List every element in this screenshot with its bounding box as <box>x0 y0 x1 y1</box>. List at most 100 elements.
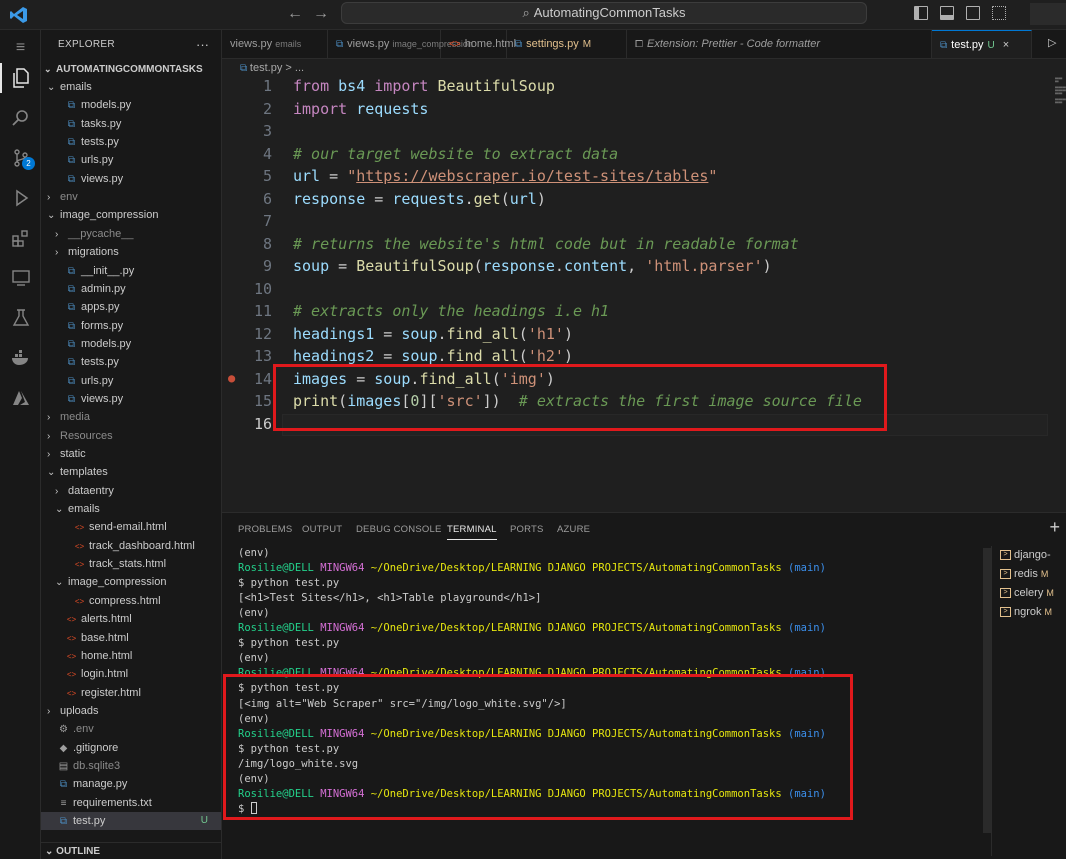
tree-item[interactable]: <> home.html <box>41 647 221 665</box>
tree-item[interactable]: ⧉ models.py <box>41 96 221 114</box>
panel-tab-debug-console[interactable]: DEBUG CONSOLE <box>356 524 441 535</box>
tree-item[interactable]: › env <box>41 188 221 206</box>
tab-views-py[interactable]: views.py emails <box>222 30 328 58</box>
source-control-icon[interactable]: 2 <box>0 143 41 173</box>
menu-icon[interactable]: ≡ <box>0 33 41 63</box>
tree-item[interactable]: <> track_dashboard.html <box>41 537 221 555</box>
tree-item[interactable]: › media <box>41 408 221 426</box>
tree-item[interactable]: <> register.html <box>41 684 221 702</box>
chevron-down-icon: ⌄ <box>55 577 64 589</box>
tree-item[interactable]: › uploads <box>41 702 221 720</box>
panel-tab-output[interactable]: OUTPUT <box>302 524 342 535</box>
tree-item[interactable]: ⚙ .env <box>41 720 221 738</box>
tree-item[interactable]: › static <box>41 445 221 463</box>
tree-item[interactable]: › dataentry <box>41 482 221 500</box>
tab-settings-py[interactable]: ⧉ settings.py M <box>507 30 627 58</box>
tree-item[interactable]: ⧉ manage.py <box>41 775 221 793</box>
tree-item[interactable]: ⧉ forms.py <box>41 317 221 335</box>
terminal-instance[interactable]: > celery M <box>1000 587 1054 599</box>
toggle-panel-icon[interactable] <box>940 6 954 20</box>
customize-layout-icon[interactable] <box>992 6 1006 20</box>
terminal-line: $ python test.py <box>238 576 339 591</box>
terminal-instance[interactable]: > redis M <box>1000 568 1048 580</box>
tab-extension-prettier-code-formatter[interactable]: ⧠ Extension: Prettier - Code formatter <box>627 30 932 58</box>
tree-item[interactable]: › __pycache__ <box>41 225 221 243</box>
tree-item[interactable]: ▤ db.sqlite3 <box>41 757 221 775</box>
terminal-scrollbar[interactable] <box>983 548 991 833</box>
run-debug-icon[interactable] <box>0 183 41 213</box>
tab-home-html[interactable]: <> home.html <box>441 30 516 58</box>
workspace-root[interactable]: ⌄ AUTOMATINGCOMMONTASKS <box>41 60 221 78</box>
tree-item[interactable]: ⧉ views.py <box>41 390 221 408</box>
extensions-icon[interactable] <box>0 223 41 253</box>
tree-item[interactable]: <> base.html <box>41 629 221 647</box>
tree-item[interactable]: ⧉ tests.py <box>41 133 221 151</box>
panel-tab-problems[interactable]: PROBLEMS <box>238 524 292 535</box>
tree-item-label: image_compression <box>60 209 159 222</box>
command-center-search[interactable]: ⌕ AutomatingCommonTasks <box>341 2 867 24</box>
tree-item[interactable]: › Resources <box>41 427 221 445</box>
toggle-primary-sidebar-icon[interactable] <box>914 6 928 20</box>
line-number: 16 <box>253 414 272 433</box>
panel-tab-azure[interactable]: AZURE <box>557 524 590 535</box>
tree-item[interactable]: ⧉ test.py U <box>41 812 221 830</box>
tree-item[interactable]: <> track_stats.html <box>41 555 221 573</box>
arrow-left-icon[interactable]: ← <box>287 5 303 23</box>
tree-item[interactable]: ⌄ templates <box>41 463 221 481</box>
tree-item[interactable]: ⌄ image_compression <box>41 573 221 591</box>
tree-item-label: tasks.py <box>81 117 122 130</box>
tree-item[interactable]: ≡ requirements.txt <box>41 794 221 812</box>
new-terminal-plus-icon[interactable]: + <box>1049 517 1060 538</box>
code-token: response <box>293 189 366 208</box>
tree-item[interactable]: <> send-email.html <box>41 518 221 536</box>
breadcrumb[interactable]: ⧉ test.py > ... <box>222 59 1066 77</box>
tree-item[interactable]: ◆ .gitignore <box>41 739 221 757</box>
remote-explorer-icon[interactable] <box>0 263 41 293</box>
python-file-icon: ⧉ <box>67 283 76 295</box>
docker-icon[interactable] <box>0 343 41 373</box>
tree-item[interactable]: ⧉ apps.py <box>41 298 221 316</box>
tree-item[interactable]: ⌄ image_compression <box>41 206 221 224</box>
tree-item[interactable]: ⧉ admin.py <box>41 280 221 298</box>
tree-item[interactable]: ⧉ __init__.py <box>41 262 221 280</box>
code-token: , <box>627 257 646 275</box>
more-actions-icon[interactable]: ··· <box>196 30 209 60</box>
code-line: # our target website to extract data <box>293 145 618 163</box>
tree-item[interactable]: ⌄ emails <box>41 500 221 518</box>
tree-item[interactable]: ⧉ urls.py <box>41 151 221 169</box>
tree-item[interactable]: ⧉ tests.py <box>41 353 221 371</box>
code-token: get <box>473 189 501 208</box>
tree-item[interactable]: › migrations <box>41 243 221 261</box>
terminal-instance[interactable]: > ngrok M <box>1000 606 1052 618</box>
tree-item[interactable]: <> compress.html <box>41 592 221 610</box>
chevron-down-icon: ⌄ <box>47 82 56 93</box>
tab-test-py[interactable]: ⧉ test.py U × <box>932 30 1032 58</box>
search-icon[interactable] <box>0 103 41 133</box>
tree-item[interactable]: <> login.html <box>41 665 221 683</box>
python-file-icon: ⧉ <box>67 137 76 149</box>
explorer-icon[interactable] <box>0 63 41 93</box>
panel-tab-terminal[interactable]: TERMINAL <box>447 524 497 540</box>
code-editor[interactable]: ▬▬ ▬ ▬▬▬ ▬▬▬ ▬▬ ▬▬▬ ▬▬ 1 from bs4 import Beauti… <box>222 76 1066 512</box>
testing-flask-icon[interactable] <box>0 303 41 333</box>
tree-item[interactable]: <> alerts.html <box>41 610 221 628</box>
tab-views-py[interactable]: ⧉ views.py image_compression <box>328 30 473 58</box>
terminal-instance[interactable]: > django- <box>1000 549 1051 561</box>
close-icon[interactable]: × <box>1003 39 1009 51</box>
prompt-path: ~/OneDrive/Desktop/LEARNING DJANGO PROJE… <box>370 622 782 635</box>
tree-item[interactable]: ⧉ urls.py <box>41 372 221 390</box>
tree-item[interactable]: ⧉ models.py <box>41 335 221 353</box>
minimap[interactable]: ▬▬ ▬ ▬▬▬ ▬▬▬ ▬▬ ▬▬▬ ▬▬ <box>1055 76 1066 107</box>
toggle-secondary-sidebar-icon[interactable] <box>966 6 980 20</box>
arrow-right-icon[interactable]: → <box>313 5 329 23</box>
breakpoint-icon[interactable]: ● <box>228 371 235 385</box>
window-control[interactable] <box>1030 3 1066 25</box>
tree-item[interactable]: ⌄ emails <box>41 78 221 96</box>
outline-section[interactable]: ⌄ OUTLINE <box>41 842 221 859</box>
azure-icon[interactable] <box>0 383 41 413</box>
tree-item[interactable]: ⧉ tasks.py <box>41 115 221 133</box>
panel-tab-ports[interactable]: PORTS <box>510 524 544 535</box>
tree-item[interactable]: ⧉ views.py <box>41 170 221 188</box>
tree-item-label: tests.py <box>81 356 119 369</box>
run-file-icon[interactable]: ▷ <box>1048 36 1056 49</box>
